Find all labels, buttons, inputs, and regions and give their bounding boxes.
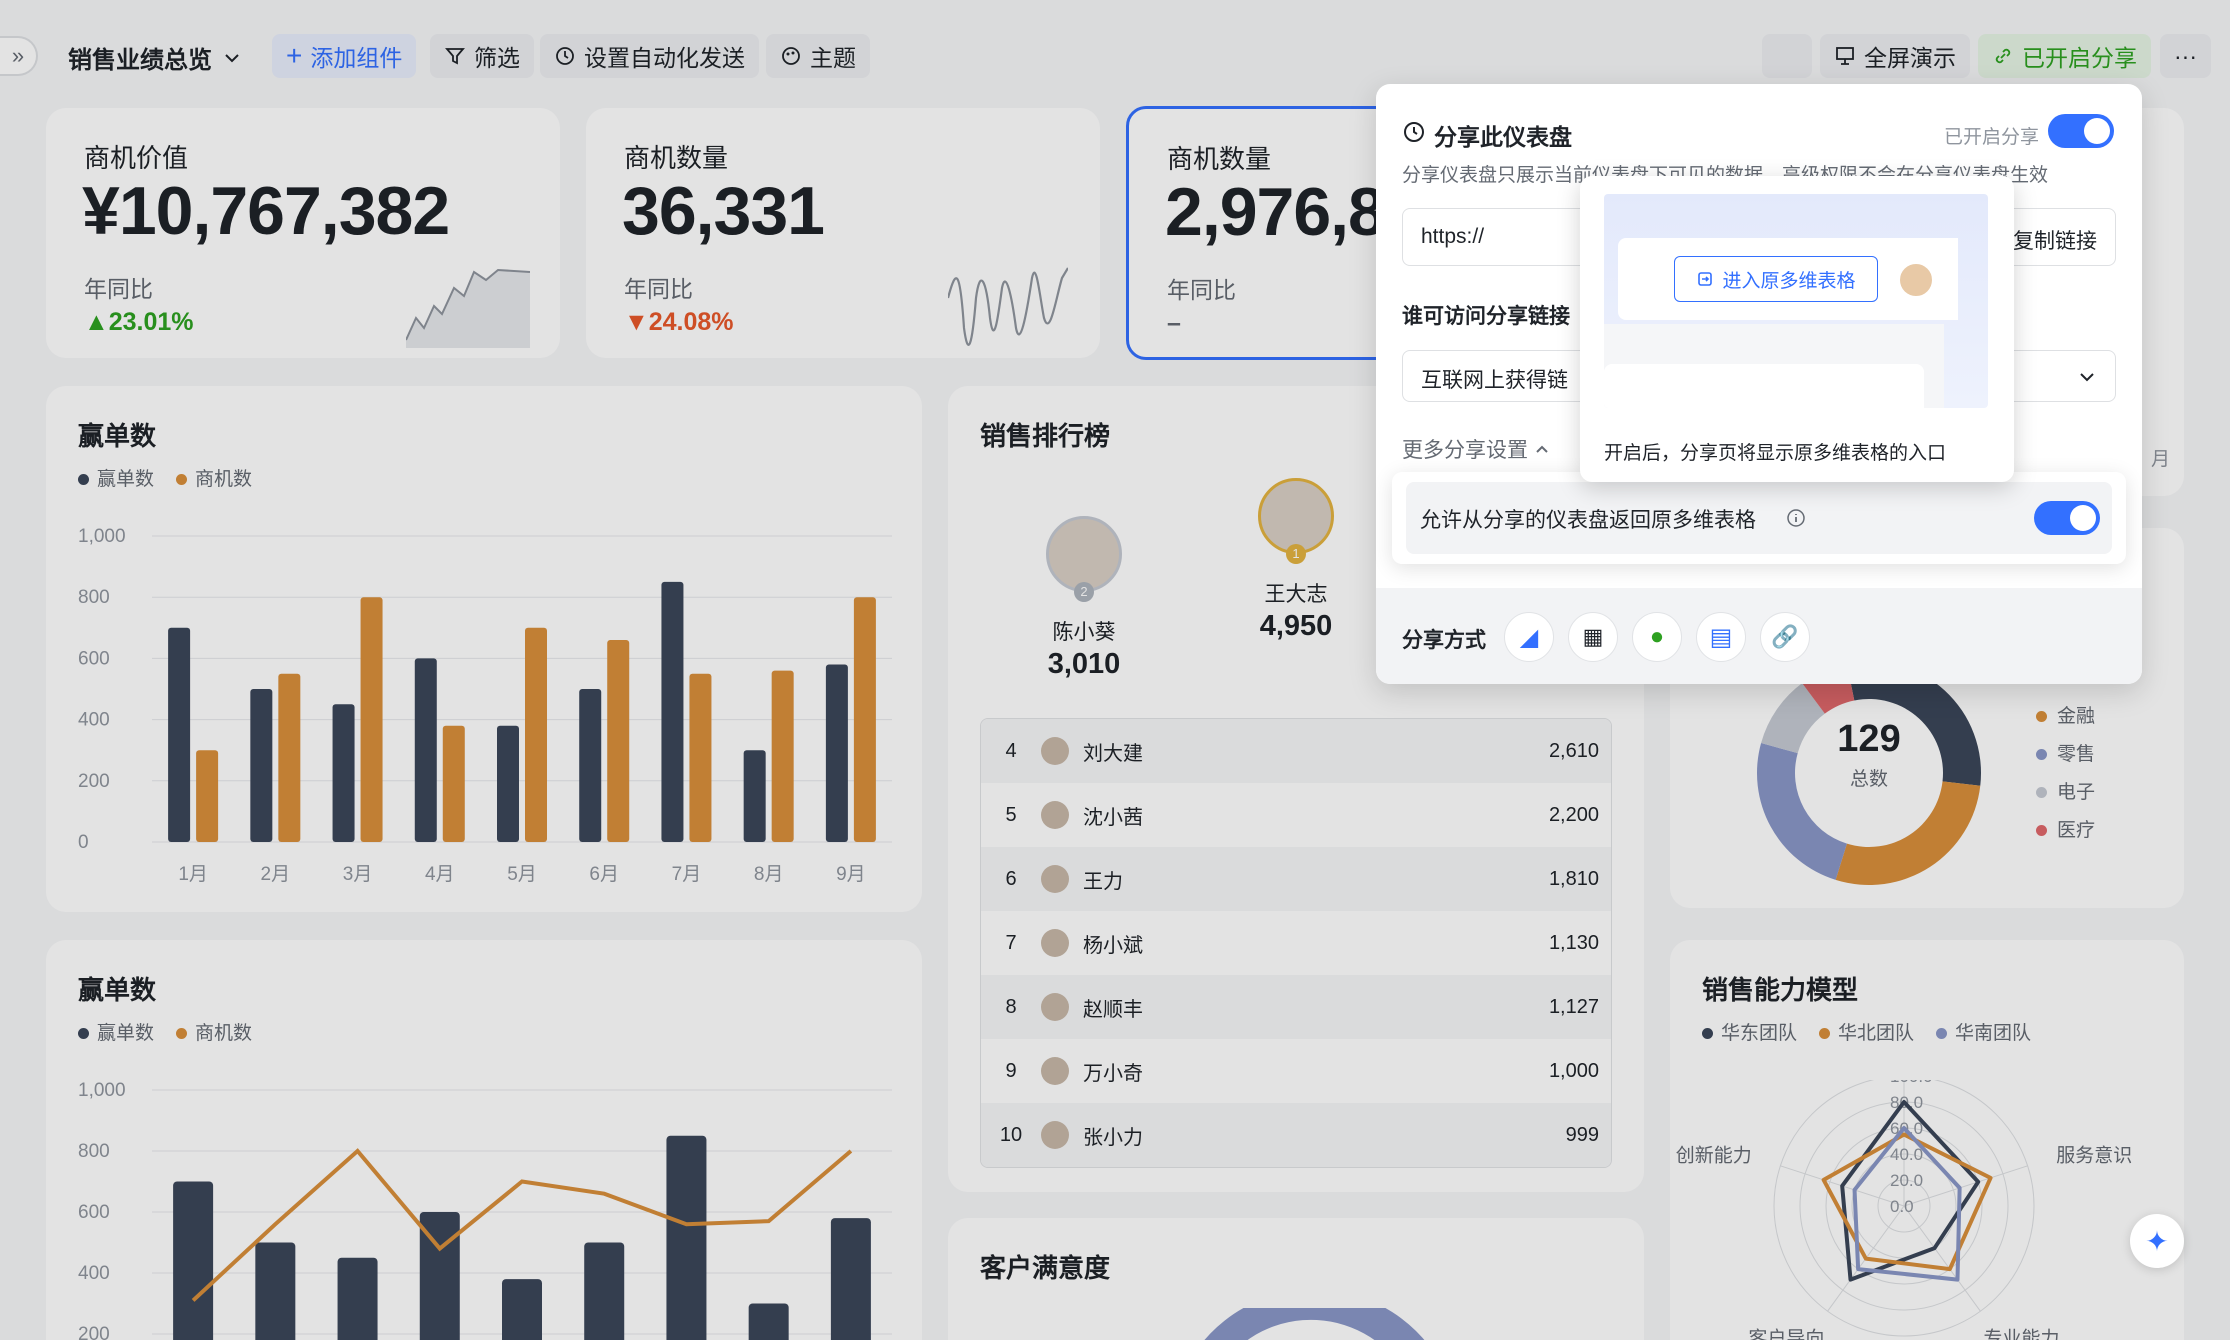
share-qrcode-button[interactable]: ▦ [1568, 612, 1618, 662]
share-dashboard-icon [1404, 122, 1424, 142]
preview-image: 进入原多维表格 [1604, 194, 1988, 408]
wechat-icon: ● [1649, 623, 1665, 650]
share-doc-button[interactable]: ▤ [1696, 612, 1746, 662]
allow-return-toggle[interactable] [2034, 501, 2100, 535]
link-icon: 🔗 [1771, 624, 1799, 649]
user-avatar [1898, 262, 1934, 298]
share-panel-title: 分享此仪表盘 [1434, 124, 1572, 150]
share-methods-bar [1376, 588, 2142, 684]
lark-icon: ◢ [1519, 623, 1539, 651]
allow-return-preview-tooltip: 进入原多维表格 开启后，分享页将显示原多维表格的入口 [1580, 176, 2014, 482]
enter-icon [1698, 272, 1713, 286]
share-via-lark-button[interactable]: ◢ [1504, 612, 1554, 662]
document-icon: ▤ [1709, 623, 1733, 651]
ai-assistant-button[interactable]: ✦ [2130, 1214, 2184, 1268]
share-wechat-button[interactable]: ● [1632, 612, 1682, 662]
copy-link-button[interactable]: 复制链接 [2013, 225, 2097, 255]
sparkle-icon: ✦ [2145, 1225, 2169, 1257]
chevron-up-icon [1536, 445, 1548, 453]
allow-return-row: 允许从分享的仪表盘返回原多维表格 [1392, 472, 2126, 564]
share-toggle[interactable] [2048, 114, 2114, 148]
more-settings-toggle[interactable]: 更多分享设置 [1402, 434, 1550, 464]
chevron-down-icon [2080, 373, 2094, 382]
enter-original-table-button: 进入原多维表格 [1674, 256, 1878, 302]
info-icon [1787, 509, 1805, 527]
qrcode-icon: ▦ [1582, 624, 1604, 649]
app: » 销售业绩总览 + 添加组件 筛选 设置自动化发送 主题 全屏演示 已开启分享… [0, 0, 2230, 1340]
share-link-button[interactable]: 🔗 [1760, 612, 1810, 662]
